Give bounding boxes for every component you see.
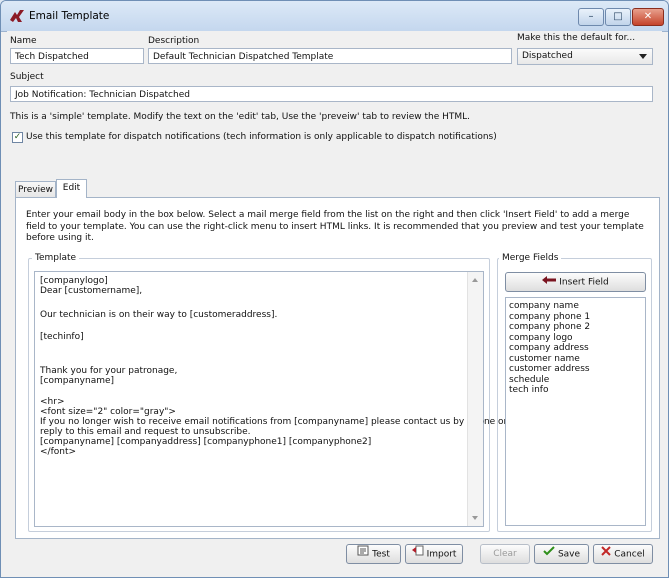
merge-field-item[interactable]: company phone 2 [509, 322, 590, 333]
template-line: [companyname] [40, 376, 115, 386]
minimize-button[interactable]: – [578, 8, 604, 26]
template-scrollbar[interactable] [467, 272, 483, 526]
description-label: Description [148, 36, 200, 46]
import-icon [411, 545, 424, 563]
merge-field-item[interactable]: tech info [509, 385, 548, 396]
template-editor[interactable]: [companylogo] Dear [customername], Our t… [34, 271, 507, 527]
scroll-up-icon[interactable] [472, 278, 478, 282]
dispatch-checkbox[interactable]: ✓ [12, 132, 23, 143]
tab-preview-label: Preview [17, 185, 54, 195]
dispatch-logo-icon [9, 9, 25, 23]
template-line: <font size="2" color="gray"> [40, 407, 176, 417]
import-label: Import [426, 549, 457, 560]
template-line: <hr> [40, 397, 65, 407]
test-button[interactable]: Test [346, 544, 401, 564]
cancel-label: Cancel [614, 549, 645, 560]
instructions-text: Enter your email body in the box below. … [26, 210, 644, 243]
x-icon [601, 545, 611, 563]
merge-field-item[interactable]: company name [509, 301, 579, 312]
merge-field-item[interactable]: company logo [509, 333, 573, 344]
edit-tab-panel: Enter your email body in the box below. … [15, 197, 660, 539]
template-line: [techinfo] [40, 332, 84, 342]
subject-field[interactable]: Job Notification: Technician Dispatched [10, 86, 653, 102]
merge-fields-list[interactable]: company name company phone 1 company pho… [505, 297, 646, 526]
default-for-value: Dispatched [522, 51, 573, 61]
merge-field-item[interactable]: company address [509, 343, 589, 354]
template-line: Thank you for your patronage, [40, 366, 178, 376]
arrow-left-icon [542, 273, 557, 291]
dialog-content: Name Tech Dispatched Description Default… [7, 31, 662, 571]
insert-field-label: Insert Field [559, 277, 609, 288]
name-field[interactable]: Tech Dispatched [10, 48, 144, 64]
template-line: [companyname] [companyaddress] [companyp… [40, 437, 372, 447]
tab-edit[interactable]: Edit [56, 179, 87, 198]
clear-button[interactable]: Clear [480, 544, 530, 564]
dispatch-checkbox-label: Use this template for dispatch notificat… [26, 132, 497, 142]
maximize-button[interactable]: □ [605, 8, 631, 26]
template-line: Dear [customername], [40, 286, 143, 296]
window-title: Email Template [29, 10, 110, 22]
default-for-label: Make this the default for... [517, 33, 636, 43]
chevron-down-icon [639, 54, 647, 59]
email-template-window: Email Template – □ ✕ Name Tech Dispatche… [0, 0, 669, 578]
merge-field-item[interactable]: customer name [509, 354, 580, 365]
save-label: Save [557, 549, 581, 560]
name-label: Name [10, 36, 37, 46]
maximize-icon: □ [613, 11, 623, 22]
template-line: reply to this email and request to unsub… [40, 427, 251, 437]
template-line: [companylogo] [40, 276, 108, 286]
merge-field-item[interactable]: schedule [509, 375, 549, 386]
clear-label: Clear [493, 549, 517, 559]
insert-field-button[interactable]: Insert Field [505, 272, 646, 292]
tab-preview[interactable]: Preview [15, 181, 56, 198]
import-button[interactable]: Import [405, 544, 463, 564]
close-icon: ✕ [643, 11, 653, 22]
test-email-icon [357, 545, 369, 563]
merge-fields-label: Merge Fields [499, 253, 562, 263]
tab-edit-label: Edit [62, 183, 81, 193]
subject-label: Subject [10, 72, 44, 82]
cancel-button[interactable]: Cancel [593, 544, 653, 564]
template-line: If you no longer wish to receive email n… [40, 417, 508, 427]
default-for-select[interactable]: Dispatched [517, 48, 653, 65]
merge-field-item[interactable]: company phone 1 [509, 312, 590, 323]
check-icon: ✓ [13, 132, 22, 142]
merge-field-item[interactable]: customer address [509, 364, 590, 375]
description-field[interactable]: Default Technician Dispatched Template [148, 48, 512, 64]
template-line: Our technician is on their way to [custo… [40, 310, 278, 320]
template-label: Template [32, 253, 80, 263]
scroll-down-icon[interactable] [472, 516, 478, 520]
close-button[interactable]: ✕ [632, 8, 664, 26]
title-bar: Email Template – □ ✕ [1, 1, 668, 32]
save-button[interactable]: Save [534, 544, 589, 564]
minimize-icon: – [588, 11, 594, 22]
test-label: Test [372, 549, 390, 560]
checkmark-icon [543, 545, 555, 563]
template-line: </font> [40, 447, 77, 457]
info-text: This is a 'simple' template. Modify the … [10, 112, 471, 122]
